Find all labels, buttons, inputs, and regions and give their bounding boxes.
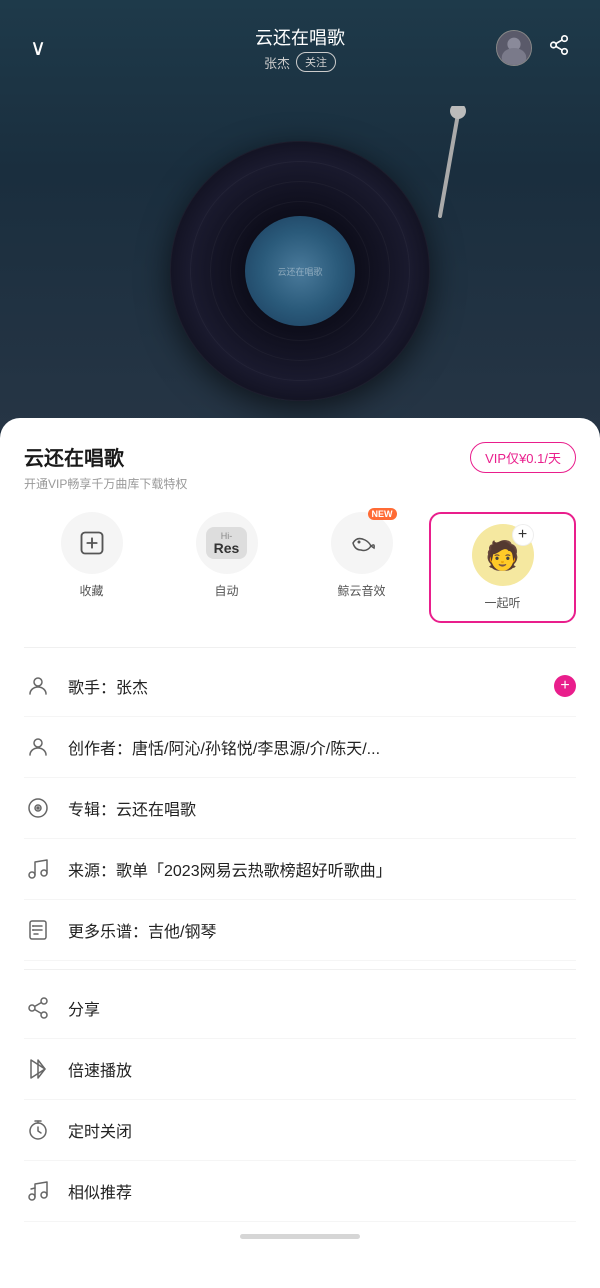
collect-button[interactable]: 收藏 — [24, 512, 159, 599]
vinyl-record: 云还在唱歌 — [170, 141, 430, 401]
header-song-title: 云还在唱歌 — [255, 24, 345, 50]
similar-menu-item[interactable]: 相似推荐 — [24, 1161, 576, 1222]
score-menu-item[interactable]: 更多乐谱：吉他/钢琴 — [24, 900, 576, 961]
home-indicator — [24, 1222, 576, 1247]
album-text: 专辑：云还在唱歌 — [68, 796, 576, 820]
share-icon-svg — [26, 996, 50, 1020]
singer-menu-item[interactable]: 歌手：张杰 + — [24, 656, 576, 717]
sheet-song-title: 云还在唱歌 — [24, 442, 187, 471]
sheet-song-sub: 开通VIP畅享千万曲库下载特权 — [24, 475, 187, 492]
collect-label: 收藏 — [79, 582, 103, 599]
res-text: Res — [214, 541, 240, 555]
home-indicator-bar — [240, 1234, 360, 1239]
similar-icon — [24, 1177, 52, 1205]
timer-icon — [24, 1116, 52, 1144]
creator-text: 创作者：唐恬/阿沁/孙铭悦/李思源/介/陈天/... — [68, 735, 576, 759]
creator-menu-item[interactable]: 创作者：唐恬/阿沁/孙铭悦/李思源/介/陈天/... — [24, 717, 576, 778]
together-label: 一起听 — [484, 594, 520, 611]
effect-label: 鲸云音效 — [337, 582, 385, 599]
timer-text: 定时关闭 — [68, 1118, 576, 1142]
header-artist-row: 张杰 关注 — [264, 52, 336, 72]
disc-icon — [26, 796, 50, 820]
auto-button[interactable]: Hi- Res 自动 — [159, 512, 294, 599]
avatar[interactable] — [496, 30, 532, 66]
hires-icon-circle: Hi- Res — [196, 512, 258, 574]
artist-add-button[interactable]: + — [554, 675, 576, 697]
vip-button[interactable]: VIP仅¥0.1/天 — [470, 442, 576, 473]
singer-text: 歌手：张杰 — [68, 674, 538, 698]
similar-music-icon — [26, 1179, 50, 1203]
header-artist: 张杰 — [264, 53, 290, 72]
divider-2 — [24, 969, 576, 970]
clock-icon — [26, 1118, 50, 1142]
header-title-area: 云还在唱歌 张杰 关注 — [255, 24, 345, 72]
header-right — [496, 30, 570, 66]
source-icon — [24, 855, 52, 883]
collect-icon — [78, 529, 106, 557]
player-header: ∨ 云还在唱歌 张杰 关注 — [0, 0, 600, 76]
album-menu-item[interactable]: 专辑：云还在唱歌 — [24, 778, 576, 839]
vinyl-area: 云还在唱歌 — [0, 76, 600, 406]
person2-icon — [26, 735, 50, 759]
new-badge: NEW — [368, 508, 397, 520]
score-icon — [24, 916, 52, 944]
player-background: ∨ 云还在唱歌 张杰 关注 — [0, 0, 600, 430]
score-sheet-icon — [26, 918, 50, 942]
together-button[interactable]: 🧑 + 一起听 — [429, 512, 576, 623]
speed-play-icon — [26, 1057, 50, 1081]
timer-menu-item[interactable]: 定时关闭 — [24, 1100, 576, 1161]
song-info-header: 云还在唱歌 开通VIP畅享千万曲库下载特权 VIP仅¥0.1/天 — [24, 442, 576, 492]
song-info-left: 云还在唱歌 开通VIP畅享千万曲库下载特权 — [24, 442, 187, 492]
effect-button[interactable]: NEW 鲸云音效 — [294, 512, 429, 599]
whale-icon — [347, 528, 377, 558]
share-icon[interactable] — [548, 34, 570, 62]
follow-button[interactable]: 关注 — [296, 52, 336, 72]
share-menu-icon — [24, 994, 52, 1022]
music-note-icon — [26, 857, 50, 881]
collect-icon-circle — [61, 512, 123, 574]
score-text: 更多乐谱：吉他/钢琴 — [68, 918, 576, 942]
character-icon: 🧑 — [485, 539, 520, 572]
speed-text: 倍速播放 — [68, 1057, 576, 1081]
plus-small-icon: + — [512, 524, 534, 546]
divider-1 — [24, 647, 576, 648]
action-buttons: 收藏 Hi- Res 自动 NEW 鲸云 — [24, 512, 576, 623]
similar-text: 相似推荐 — [68, 1179, 576, 1203]
collapse-button[interactable]: ∨ — [30, 35, 46, 61]
person-icon — [26, 674, 50, 698]
effect-icon-circle: NEW — [331, 512, 393, 574]
auto-label: 自动 — [214, 582, 238, 599]
source-text: 来源：歌单「2023网易云热歌榜超好听歌曲」 — [68, 857, 576, 881]
speed-icon — [24, 1055, 52, 1083]
speed-menu-item[interactable]: 倍速播放 — [24, 1039, 576, 1100]
share-menu-item[interactable]: 分享 — [24, 978, 576, 1039]
album-icon — [24, 794, 52, 822]
source-menu-item[interactable]: 来源：歌单「2023网易云热歌榜超好听歌曲」 — [24, 839, 576, 900]
bottom-sheet: 云还在唱歌 开通VIP畅享千万曲库下载特权 VIP仅¥0.1/天 收藏 Hi- … — [0, 418, 600, 1288]
tonearm-icon — [420, 106, 500, 246]
share-text: 分享 — [68, 996, 576, 1020]
together-icon-circle: 🧑 + — [472, 524, 534, 586]
avatar-icon — [497, 30, 531, 66]
creator-icon — [24, 733, 52, 761]
singer-icon — [24, 672, 52, 700]
